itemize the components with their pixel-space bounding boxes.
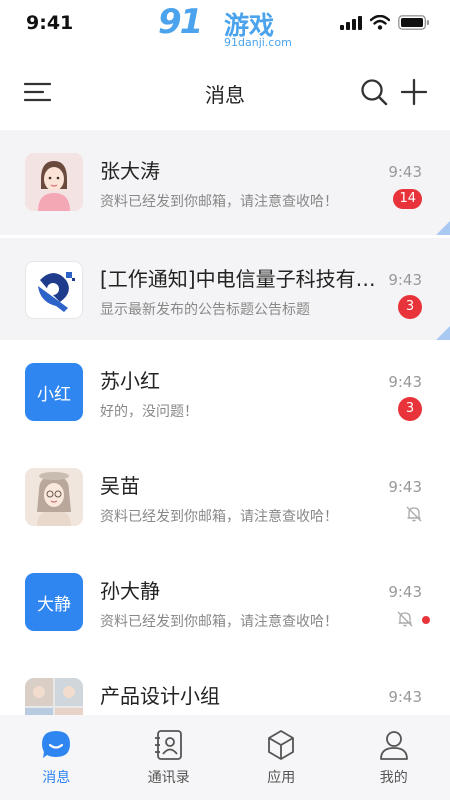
tab-label: 消息	[42, 770, 71, 786]
watermark-brand-number: 91	[158, 2, 203, 42]
status-time: 9:41	[26, 12, 74, 34]
tab-label: 通讯录	[147, 770, 190, 786]
tab-label: 应用	[267, 770, 296, 786]
tab-bar: 消息 通讯录 应用 我的	[0, 715, 450, 800]
conversation-item[interactable]: 小红 苏小红 好的，没问题！ 9:43 3	[0, 340, 450, 445]
add-icon[interactable]	[400, 78, 428, 106]
avatar	[25, 153, 83, 211]
wifi-icon	[370, 15, 390, 30]
pinned-corner-icon	[436, 326, 450, 340]
avatar: 小红	[25, 363, 83, 421]
header: 消息	[0, 60, 450, 124]
tab-contacts[interactable]: 通讯录	[113, 715, 226, 800]
watermark-url: 91danji.com	[224, 36, 292, 49]
mute-bell-icon	[397, 611, 413, 627]
unread-badge: 14	[393, 189, 422, 209]
avatar	[25, 678, 83, 715]
message-preview: 资料已经发到你邮箱，请注意查收哈！	[100, 509, 338, 525]
contact-name: 孙大静	[100, 579, 160, 603]
watermark-logo: 91 游戏 91danji.com	[158, 2, 292, 52]
message-preview: 资料已经发到你邮箱，请注意查收哈！	[100, 614, 338, 630]
signal-icon	[340, 15, 362, 30]
message-time: 9:43	[388, 373, 422, 391]
conversation-item[interactable]: 张大涛 资料已经发到你邮箱，请注意查收哈！ 9:43 14	[0, 130, 450, 235]
avatar	[25, 468, 83, 526]
status-bar: 9:41 91 游戏 91danji.com	[0, 0, 450, 49]
message-time: 9:43	[388, 478, 422, 496]
message-time: 9:43	[388, 688, 422, 706]
contact-name: 张大涛	[100, 159, 160, 183]
contact-name: 苏小红	[100, 369, 160, 393]
contact-name: 产品设计小组	[100, 684, 220, 708]
tab-apps[interactable]: 应用	[225, 715, 338, 800]
message-preview: 好的，没问题！	[100, 404, 198, 420]
woman-portrait-icon	[25, 153, 83, 211]
contact-name: 吴苗	[100, 474, 140, 498]
contacts-icon	[154, 730, 182, 760]
unread-badge: 3	[398, 295, 422, 319]
group-avatar-icon	[25, 678, 83, 715]
conversation-item[interactable]: [工作通知]中电信量子科技有限公司 显示最新发布的公告标题公告标题 9:43 3	[0, 235, 450, 340]
search-icon[interactable]	[360, 78, 388, 106]
girl-portrait-icon	[25, 468, 83, 526]
message-time: 9:43	[388, 583, 422, 601]
status-icons	[340, 15, 430, 30]
pinned-corner-icon	[436, 221, 450, 235]
conversation-item[interactable]: 产品设计小组 9:43	[0, 655, 450, 715]
contact-name: [工作通知]中电信量子科技有限公司	[100, 267, 382, 291]
company-logo-icon	[26, 262, 82, 318]
message-preview: 资料已经发到你邮箱，请注意查收哈！	[100, 194, 338, 210]
unread-badge: 3	[398, 397, 422, 421]
message-time: 9:43	[388, 271, 422, 289]
message-time: 9:43	[388, 163, 422, 181]
conversation-item[interactable]: 吴苗 资料已经发到你邮箱，请注意查收哈！ 9:43	[0, 445, 450, 550]
conversation-item[interactable]: 大静 孙大静 资料已经发到你邮箱，请注意查收哈！ 9:43	[0, 550, 450, 655]
cube-icon	[268, 730, 295, 760]
person-icon	[379, 731, 408, 760]
tab-label: 我的	[379, 770, 408, 786]
tab-messages[interactable]: 消息	[0, 715, 113, 800]
chat-bubble-icon	[42, 731, 71, 758]
battery-icon	[398, 15, 429, 30]
avatar	[25, 261, 83, 319]
tab-mine[interactable]: 我的	[338, 715, 450, 800]
avatar: 大静	[25, 573, 83, 631]
conversation-list: 张大涛 资料已经发到你邮箱，请注意查收哈！ 9:43 14 [工作通知]中电信量…	[0, 130, 450, 715]
unread-dot	[422, 616, 430, 624]
mute-bell-icon	[406, 506, 422, 522]
message-preview: 显示最新发布的公告标题公告标题	[100, 302, 310, 318]
